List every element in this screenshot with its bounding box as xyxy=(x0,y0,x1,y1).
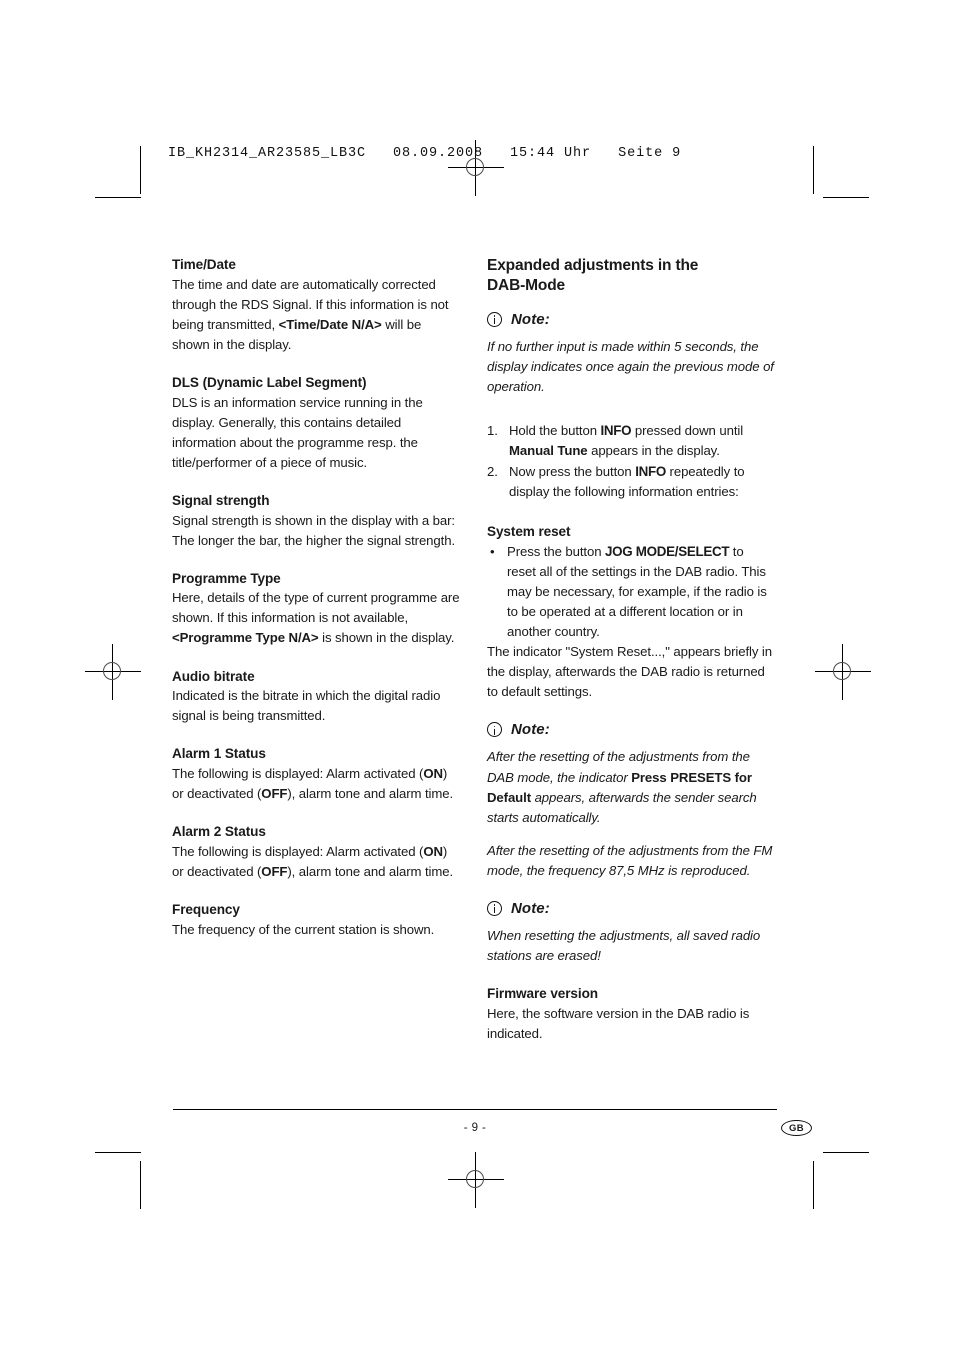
info-icon xyxy=(487,900,502,916)
heading-firmware-version: Firmware version xyxy=(487,985,598,1001)
status-token-off: OFF xyxy=(261,786,288,802)
note-block-3: Note: When resetting the adjustments, al… xyxy=(487,900,775,966)
bullet-dot-icon: • xyxy=(490,543,495,559)
note-header: Note: xyxy=(487,721,775,738)
system-reset-bullets: • Press the button JOG MODE/SELECT to res… xyxy=(487,542,775,643)
crop-mark-bottom-left-horizontal xyxy=(95,1152,141,1153)
body-signal-strength: Signal strength is shown in the display … xyxy=(172,512,456,548)
bullet-item: • Press the button JOG MODE/SELECT to res… xyxy=(487,542,775,643)
registration-mark-left xyxy=(85,644,141,700)
section-dls: DLS (Dynamic Label Segment) DLS is an in… xyxy=(172,374,460,473)
steps-list: 1. Hold the button INFO pressed down unti… xyxy=(487,421,775,502)
section-time-date: Time/Date The time and date are automati… xyxy=(172,256,460,355)
body-text: appears in the display. xyxy=(587,443,720,459)
note-1-text: If no further input is made within 5 sec… xyxy=(487,338,774,395)
file-header-line: IB_KH2314_AR23585_LB3C 08.09.2008 15:44 … xyxy=(168,146,682,161)
note-header: Note: xyxy=(487,900,775,917)
status-token-on: ON xyxy=(423,843,443,859)
section-programme-type: Programme Type Here, details of the type… xyxy=(172,570,460,649)
registration-mark-bottom xyxy=(448,1152,504,1208)
note-2-paragraph-1: After the resetting of the adjustments f… xyxy=(487,747,775,827)
button-token-jog-mode-select: JOG MODE/SELECT xyxy=(605,543,730,559)
note-3-text: When resetting the adjustments, all save… xyxy=(487,927,761,963)
section-alarm-1-status: Alarm 1 Status The following is displaye… xyxy=(172,745,460,804)
manual-page: IB_KH2314_AR23585_LB3C 08.09.2008 15:44 … xyxy=(0,0,954,1350)
page-title-line-1: Expanded adjustments in the xyxy=(487,257,699,274)
heading-audio-bitrate: Audio bitrate xyxy=(172,668,255,684)
note-2-paragraph-2: After the resetting of the adjustments f… xyxy=(487,842,773,878)
section-system-reset: System reset • Press the button JOG MODE/… xyxy=(487,523,775,702)
right-column: Expanded adjustments in the DAB-Mode Not… xyxy=(487,256,775,1044)
crop-mark-bottom-right-horizontal xyxy=(823,1152,869,1153)
body-text: The following is displayed: Alarm activa… xyxy=(172,765,424,781)
registration-mark-right xyxy=(815,644,871,700)
step-number: 2. xyxy=(487,463,498,479)
section-signal-strength: Signal strength Signal strength is shown… xyxy=(172,492,460,551)
body-firmware-version: Here, the software version in the DAB ra… xyxy=(487,1005,750,1041)
note-label: Note: xyxy=(511,721,550,739)
info-icon xyxy=(487,722,502,738)
body-text: pressed down until xyxy=(631,423,744,439)
system-reset-trailing-text: The indicator "System Reset...," appears… xyxy=(487,644,772,700)
crop-mark-top-left-vertical xyxy=(140,146,141,194)
note-block-1: Note: If no further input is made within… xyxy=(487,311,775,397)
heading-frequency: Frequency xyxy=(172,901,240,917)
body-programme-type: Here, details of the type of current pro… xyxy=(172,588,460,648)
note-label: Note: xyxy=(511,899,550,917)
status-token-off: OFF xyxy=(261,863,288,879)
heading-signal-strength: Signal strength xyxy=(172,492,270,508)
crop-mark-top-right-horizontal xyxy=(823,197,869,198)
note-label: Note: xyxy=(511,310,550,328)
body-text: Now press the button xyxy=(509,463,636,479)
page-number: - 9 - xyxy=(463,1122,487,1134)
display-token-programme-type-na: <Programme Type N/A> xyxy=(172,630,319,646)
heading-alarm-2-status: Alarm 2 Status xyxy=(172,824,266,840)
button-token-info: INFO xyxy=(635,463,666,479)
heading-programme-type: Programme Type xyxy=(172,570,281,586)
language-badge: GB xyxy=(781,1120,812,1136)
section-alarm-2-status: Alarm 2 Status The following is displaye… xyxy=(172,823,460,882)
note-header: Note: xyxy=(487,311,775,328)
body-text: Here, details of the type of current pro… xyxy=(172,590,460,626)
display-token-manual-tune: Manual Tune xyxy=(509,443,588,459)
body-text: ), alarm tone and alarm time. xyxy=(287,863,454,879)
body-text: is shown in the display. xyxy=(318,630,455,646)
left-column: Time/Date The time and date are automati… xyxy=(172,256,460,959)
section-audio-bitrate: Audio bitrate Indicated is the bitrate i… xyxy=(172,668,460,727)
body-alarm-2-status: The following is displayed: Alarm activa… xyxy=(172,842,460,882)
body-text: The following is displayed: Alarm activa… xyxy=(172,843,424,859)
body-alarm-1-status: The following is displayed: Alarm activa… xyxy=(172,764,460,804)
body-frequency: The frequency of the current station is … xyxy=(172,921,435,937)
display-token-time-date-na: <Time/Date N/A> xyxy=(278,316,382,332)
crop-mark-bottom-left-vertical xyxy=(140,1161,141,1209)
info-icon xyxy=(487,311,502,327)
body-dls: DLS is an information service running in… xyxy=(172,394,423,470)
body-time-date: The time and date are automatically corr… xyxy=(172,275,460,355)
button-token-info: INFO xyxy=(600,423,632,439)
step-item: 2. Now press the button INFO repeatedly t… xyxy=(487,462,775,502)
status-token-on: ON xyxy=(423,765,443,781)
crop-mark-top-left-horizontal xyxy=(95,197,141,198)
section-frequency: Frequency The frequency of the current s… xyxy=(172,901,460,940)
crop-mark-bottom-right-vertical xyxy=(813,1161,814,1209)
section-firmware-version: Firmware version Here, the software vers… xyxy=(487,985,775,1044)
heading-system-reset: System reset xyxy=(487,523,571,539)
heading-time-date: Time/Date xyxy=(172,257,236,272)
body-text: ), alarm tone and alarm time. xyxy=(287,786,454,802)
crop-mark-top-right-vertical xyxy=(813,146,814,194)
page-title-line-2: DAB-Mode xyxy=(487,277,566,295)
body-audio-bitrate: Indicated is the bitrate in which the di… xyxy=(172,688,441,724)
body-text: Press the button xyxy=(507,543,605,559)
body-text: Hold the button xyxy=(509,423,601,439)
step-item: 1. Hold the button INFO pressed down unti… xyxy=(487,421,775,461)
heading-alarm-1-status: Alarm 1 Status xyxy=(172,746,266,762)
footer-divider xyxy=(173,1109,777,1110)
step-number: 1. xyxy=(487,423,498,439)
heading-dls: DLS (Dynamic Label Segment) xyxy=(172,374,367,390)
note-block-2: Note: After the resetting of the adjustm… xyxy=(487,721,775,880)
page-title: Expanded adjustments in the DAB-Mode xyxy=(487,256,775,297)
